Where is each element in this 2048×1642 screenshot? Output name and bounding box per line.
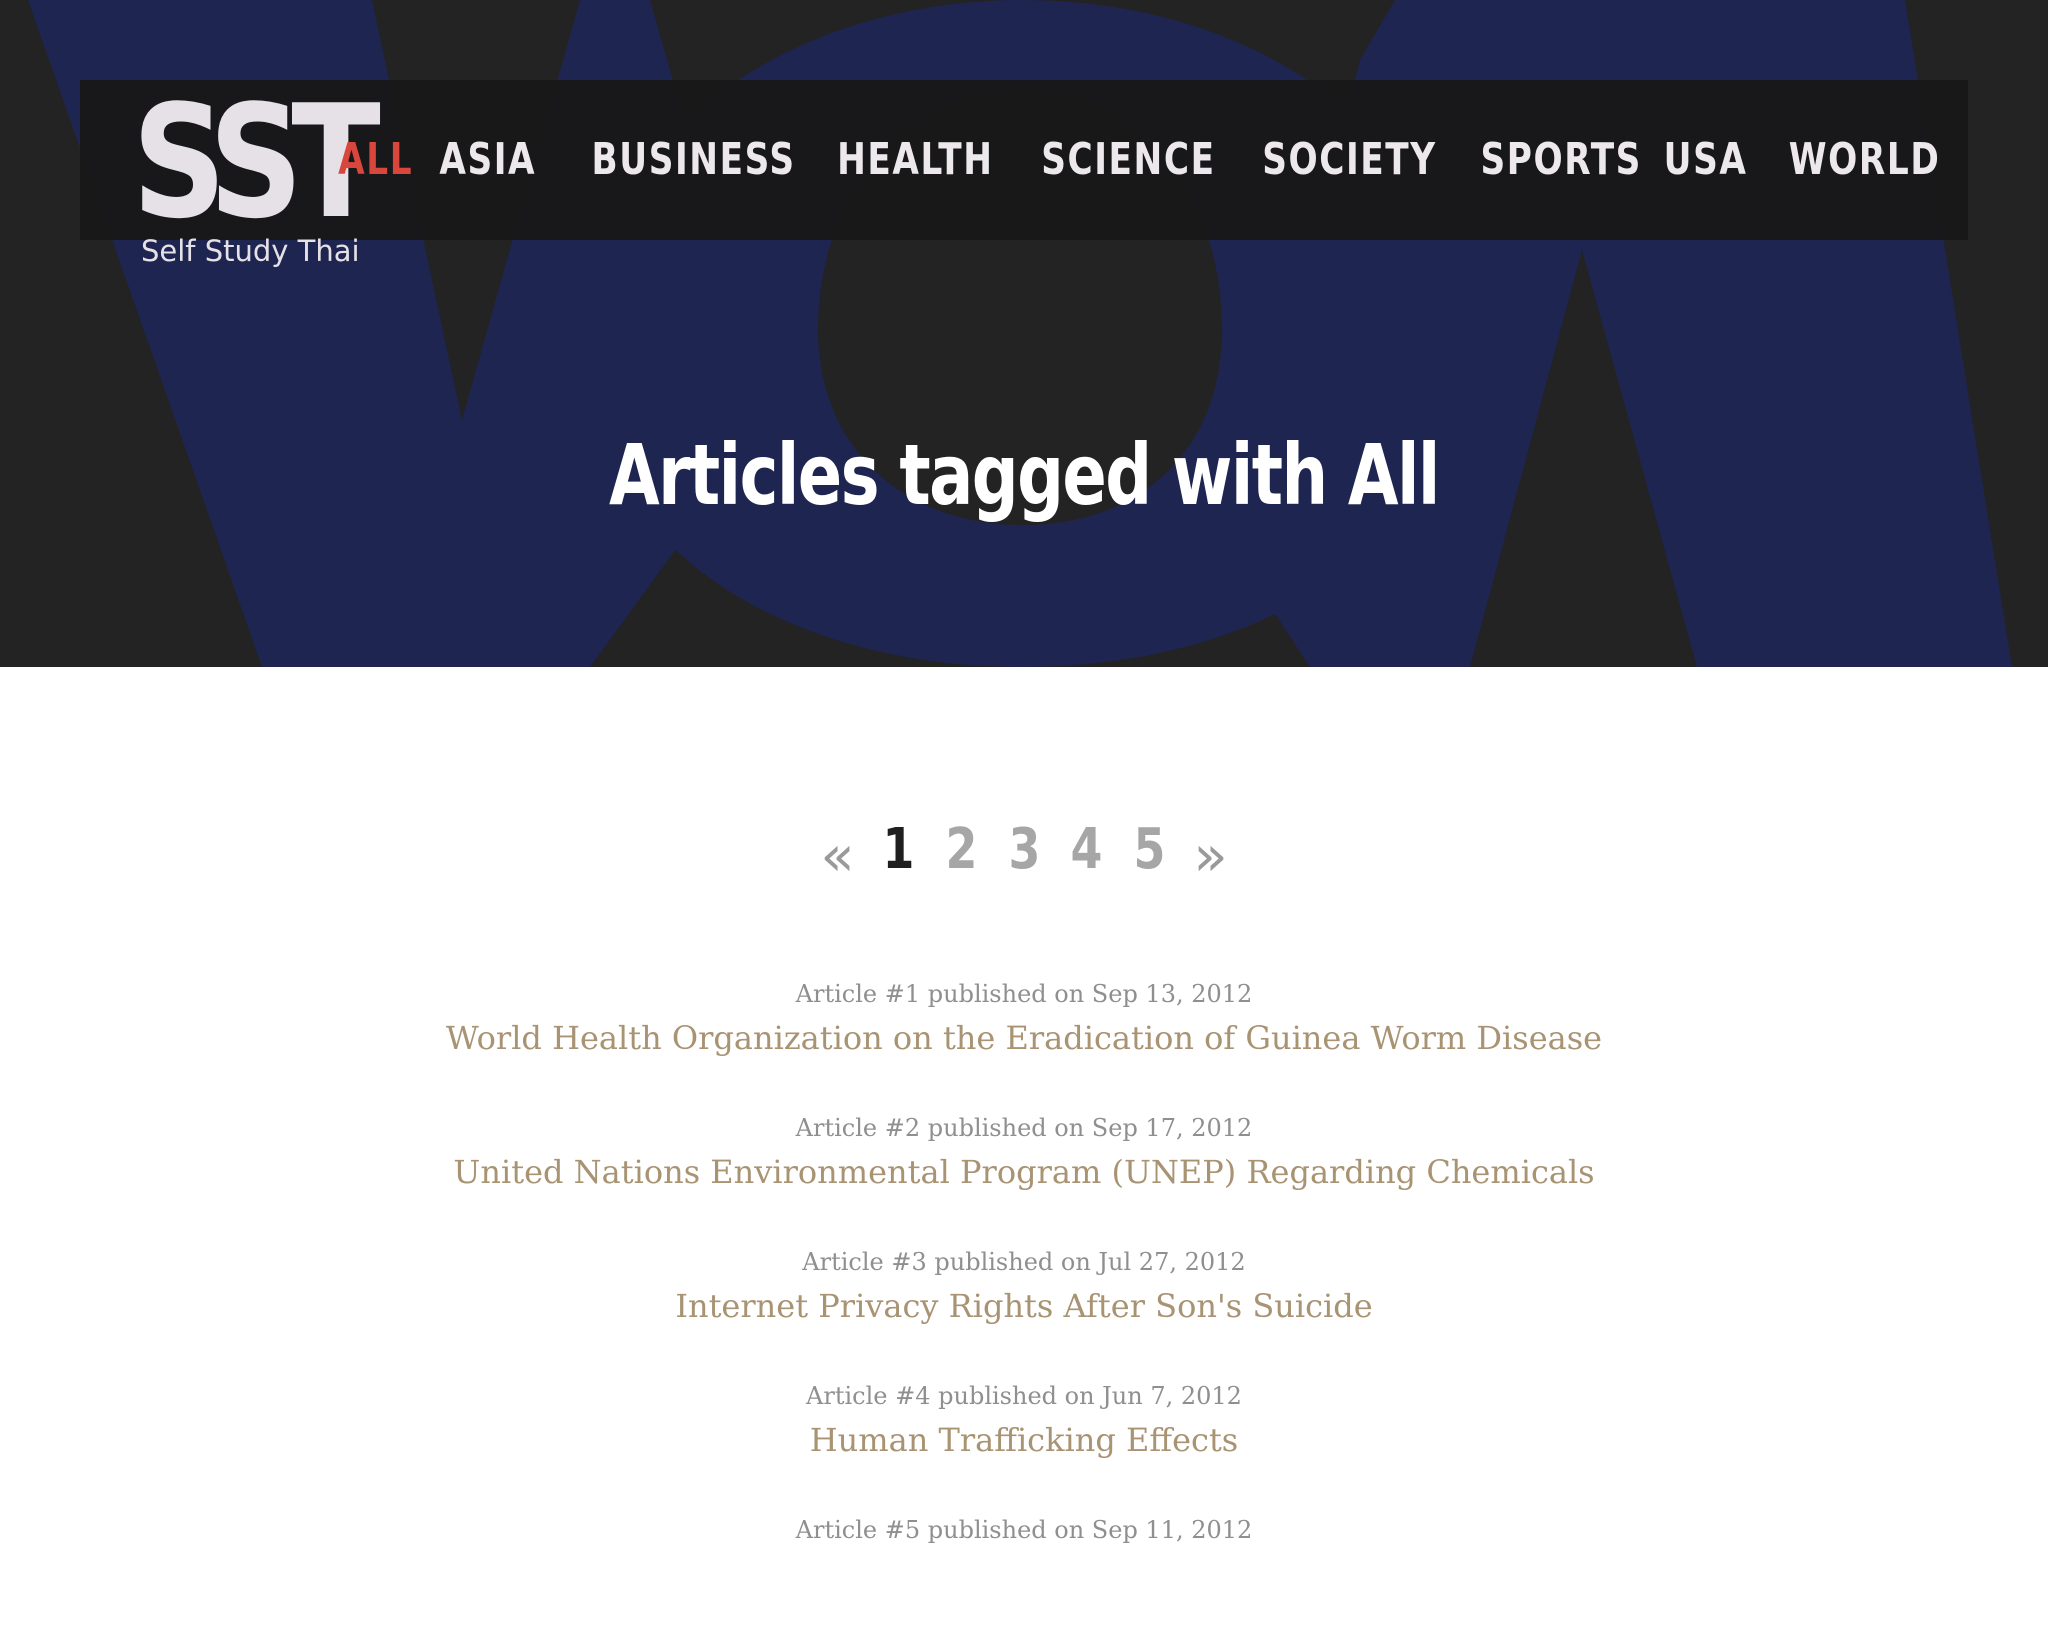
pagination: « 1 2 3 4 5 » <box>0 808 2048 892</box>
nav-item-health[interactable]: HEALTH <box>837 138 993 182</box>
article-meta: Article #1 published on Sep 13, 2012 <box>795 980 1253 1008</box>
page-3-link[interactable]: 3 <box>1008 815 1040 885</box>
article-meta: Article #4 published on Jun 7, 2012 <box>806 1382 1242 1410</box>
article-list: Article #1 published on Sep 13, 2012 Wor… <box>0 972 2048 1642</box>
top-navbar: SST Self Study Thai ALL ASIA BUSINESS HE… <box>80 71 1968 268</box>
next-page-button[interactable]: » <box>1193 808 1227 892</box>
page-2-link[interactable]: 2 <box>945 815 977 885</box>
category-nav: ALL ASIA BUSINESS HEALTH SCIENCE SOCIETY… <box>337 80 1940 240</box>
nav-item-society[interactable]: SOCIETY <box>1263 138 1437 182</box>
list-item: Article #2 published on Sep 17, 2012 Uni… <box>0 1106 2048 1240</box>
logo-mark: SST <box>132 71 381 253</box>
page-1-link[interactable]: 1 <box>882 815 914 885</box>
article-meta: Article #5 published on Sep 11, 2012 <box>795 1516 1253 1544</box>
nav-item-sports[interactable]: SPORTS <box>1481 138 1642 182</box>
article-title-link[interactable]: World Health Organization on the Eradica… <box>446 1019 1602 1057</box>
article-title-link[interactable]: Human Trafficking Effects <box>810 1421 1238 1459</box>
nav-item-science[interactable]: SCIENCE <box>1041 138 1215 182</box>
nav-item-all[interactable]: ALL <box>339 138 414 182</box>
nav-item-usa[interactable]: USA <box>1664 138 1748 182</box>
article-title-link[interactable]: United Nations Environmental Program (UN… <box>453 1153 1594 1191</box>
list-item: Article #1 published on Sep 13, 2012 Wor… <box>0 972 2048 1106</box>
nav-item-business[interactable]: BUSINESS <box>591 138 795 182</box>
nav-item-world[interactable]: WORLD <box>1788 138 1940 182</box>
article-title-link[interactable]: Internet Privacy Rights After Son's Suic… <box>675 1287 1372 1325</box>
page-title-text: Articles tagged with All <box>609 426 1440 524</box>
article-meta: Article #2 published on Sep 17, 2012 <box>795 1114 1253 1142</box>
prev-page-button[interactable]: « <box>820 808 854 892</box>
page-4-link[interactable]: 4 <box>1071 815 1103 885</box>
page-5-link[interactable]: 5 <box>1134 815 1166 885</box>
nav-item-asia[interactable]: ASIA <box>439 138 536 182</box>
page-title: Articles tagged with All <box>0 420 2048 530</box>
logo-subtitle: Self Study Thai <box>141 234 360 268</box>
list-item: Article #3 published on Jul 27, 2012 Int… <box>0 1240 2048 1374</box>
list-item: Article #4 published on Jun 7, 2012 Huma… <box>0 1374 2048 1508</box>
article-meta: Article #3 published on Jul 27, 2012 <box>802 1248 1246 1276</box>
list-item: Article #5 published on Sep 11, 2012 <box>0 1508 2048 1642</box>
hero-banner: SST Self Study Thai ALL ASIA BUSINESS HE… <box>0 0 2048 667</box>
